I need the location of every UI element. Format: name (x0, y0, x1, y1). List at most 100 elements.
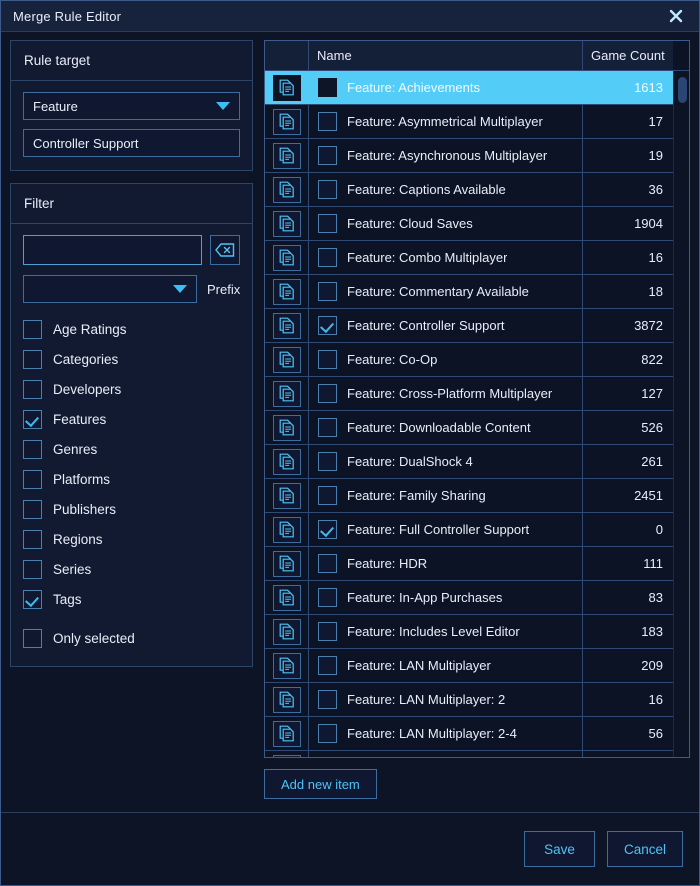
row-icon-cell[interactable] (265, 377, 309, 410)
table-header-game-count[interactable]: Game Count (583, 41, 673, 70)
checkbox[interactable] (23, 379, 42, 399)
checkbox[interactable] (23, 529, 42, 549)
row-checkbox[interactable] (318, 554, 337, 573)
checkbox[interactable] (23, 559, 42, 579)
document-icon[interactable] (272, 448, 301, 475)
document-icon[interactable] (272, 482, 301, 509)
table-row[interactable]: Feature: Combo Multiplayer 16 (265, 241, 673, 275)
row-icon-cell[interactable] (265, 445, 309, 478)
table-row[interactable]: Feature: In-App Purchases 83 (265, 581, 673, 615)
row-name-cell[interactable]: Feature: Captions Available (309, 173, 583, 206)
filter-option-developers[interactable]: Developers (23, 374, 240, 404)
rule-target-type-select[interactable]: Feature (23, 92, 240, 120)
row-name-cell[interactable]: Feature: HDR (309, 547, 583, 580)
document-icon[interactable] (272, 346, 301, 373)
backspace-icon[interactable] (210, 235, 240, 265)
checkbox[interactable] (23, 469, 42, 489)
document-icon[interactable] (272, 618, 301, 645)
row-icon-cell[interactable] (265, 717, 309, 750)
table-row[interactable]: Feature: Full Controller Support 0 (265, 513, 673, 547)
row-icon-cell[interactable] (265, 649, 309, 682)
add-new-item-button[interactable]: Add new item (264, 769, 377, 799)
row-icon-cell[interactable] (265, 513, 309, 546)
document-icon[interactable] (272, 108, 301, 135)
document-icon[interactable] (272, 312, 301, 339)
table-row[interactable]: Feature: Asynchronous Multiplayer 19 (265, 139, 673, 173)
filter-prefix-select[interactable] (23, 275, 197, 303)
row-icon-cell[interactable] (265, 683, 309, 716)
row-name-cell[interactable] (309, 751, 583, 757)
row-icon-cell[interactable] (265, 241, 309, 274)
table-header-name[interactable]: Name (309, 41, 583, 70)
table-row[interactable]: Feature: LAN Multiplayer: 2-4 56 (265, 717, 673, 751)
table-row[interactable]: Feature: Downloadable Content 526 (265, 411, 673, 445)
document-icon[interactable] (272, 210, 301, 237)
row-name-cell[interactable]: Feature: LAN Multiplayer: 2-4 (309, 717, 583, 750)
table-row[interactable]: Feature: Captions Available 36 (265, 173, 673, 207)
filter-option-regions[interactable]: Regions (23, 524, 240, 554)
checkbox[interactable] (23, 409, 42, 429)
row-icon-cell[interactable] (265, 343, 309, 376)
save-button[interactable]: Save (523, 831, 595, 867)
row-name-cell[interactable]: Feature: Downloadable Content (309, 411, 583, 444)
row-name-cell[interactable]: Feature: Achievements (309, 71, 583, 104)
checkbox[interactable] (23, 628, 42, 648)
row-checkbox[interactable] (318, 146, 337, 165)
table-row[interactable]: Feature: Includes Level Editor 183 (265, 615, 673, 649)
row-icon-cell[interactable] (265, 751, 309, 757)
document-icon[interactable] (272, 584, 301, 611)
row-icon-cell[interactable] (265, 581, 309, 614)
row-name-cell[interactable]: Feature: Commentary Available (309, 275, 583, 308)
row-icon-cell[interactable] (265, 105, 309, 138)
row-icon-cell[interactable] (265, 309, 309, 342)
document-icon[interactable] (272, 380, 301, 407)
row-checkbox[interactable] (318, 452, 337, 471)
row-checkbox[interactable] (318, 350, 337, 369)
row-icon-cell[interactable] (265, 547, 309, 580)
table-row[interactable]: Feature: Controller Support 3872 (265, 309, 673, 343)
row-checkbox[interactable] (318, 248, 337, 267)
row-checkbox[interactable] (318, 690, 337, 709)
table-row[interactable]: Feature: DualShock 4 261 (265, 445, 673, 479)
filter-search-input[interactable] (23, 235, 202, 265)
filter-option-age-ratings[interactable]: Age Ratings (23, 314, 240, 344)
filter-option-categories[interactable]: Categories (23, 344, 240, 374)
table-row[interactable]: Feature: Achievements 1613 (265, 71, 673, 105)
cancel-button[interactable]: Cancel (606, 831, 683, 867)
row-icon-cell[interactable] (265, 615, 309, 648)
filter-option-publishers[interactable]: Publishers (23, 494, 240, 524)
document-icon[interactable] (272, 720, 301, 747)
row-icon-cell[interactable] (265, 139, 309, 172)
document-icon[interactable] (272, 74, 301, 101)
table-scrollbar[interactable] (673, 71, 689, 757)
table-row[interactable]: Feature: Co-Op 822 (265, 343, 673, 377)
row-name-cell[interactable]: Feature: Full Controller Support (309, 513, 583, 546)
row-checkbox[interactable] (318, 180, 337, 199)
filter-option-genres[interactable]: Genres (23, 434, 240, 464)
table-row[interactable]: Feature: Asymmetrical Multiplayer 17 (265, 105, 673, 139)
filter-option-platforms[interactable]: Platforms (23, 464, 240, 494)
row-name-cell[interactable]: Feature: LAN Multiplayer: 2 (309, 683, 583, 716)
row-checkbox[interactable] (318, 588, 337, 607)
document-icon[interactable] (272, 516, 301, 543)
document-icon[interactable] (272, 142, 301, 169)
row-checkbox[interactable] (318, 656, 337, 675)
row-name-cell[interactable]: Feature: Asynchronous Multiplayer (309, 139, 583, 172)
document-icon[interactable] (272, 278, 301, 305)
row-icon-cell[interactable] (265, 71, 309, 104)
checkbox[interactable] (23, 439, 42, 459)
table-row[interactable]: Feature: Cloud Saves 1904 (265, 207, 673, 241)
row-checkbox[interactable] (318, 78, 337, 97)
row-icon-cell[interactable] (265, 411, 309, 444)
document-icon[interactable] (272, 244, 301, 271)
row-checkbox[interactable] (318, 520, 337, 539)
row-checkbox[interactable] (318, 282, 337, 301)
table-scrollbar-thumb[interactable] (678, 77, 687, 103)
row-icon-cell[interactable] (265, 173, 309, 206)
table-row[interactable]: Feature: HDR 111 (265, 547, 673, 581)
row-name-cell[interactable]: Feature: Cloud Saves (309, 207, 583, 240)
row-name-cell[interactable]: Feature: Includes Level Editor (309, 615, 583, 648)
row-name-cell[interactable]: Feature: Asymmetrical Multiplayer (309, 105, 583, 138)
table-row[interactable]: Feature: Commentary Available 18 (265, 275, 673, 309)
document-icon[interactable] (272, 176, 301, 203)
